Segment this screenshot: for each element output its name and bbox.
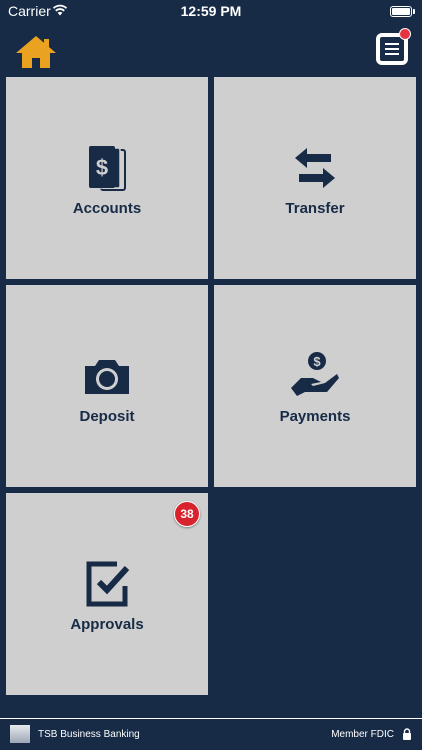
transfer-tile[interactable]: Transfer bbox=[214, 77, 416, 279]
status-bar: Carrier 12:59 PM bbox=[0, 0, 422, 24]
clock: 12:59 PM bbox=[180, 3, 242, 19]
transfer-arrows-icon bbox=[295, 147, 335, 188]
home-button[interactable] bbox=[14, 34, 58, 70]
member-fdic-label: Member FDIC bbox=[331, 729, 394, 740]
approvals-count-badge: 38 bbox=[174, 501, 200, 527]
payments-tile[interactable]: $ Payments bbox=[214, 285, 416, 487]
tile-label: Accounts bbox=[72, 199, 142, 217]
bank-logo bbox=[10, 725, 30, 743]
checkbox-icon bbox=[86, 561, 130, 606]
notification-dot bbox=[399, 28, 411, 40]
svg-text:$: $ bbox=[96, 155, 108, 180]
svg-text:$: $ bbox=[313, 354, 321, 369]
money-cards-icon: $ bbox=[89, 145, 126, 191]
camera-icon bbox=[85, 359, 129, 394]
tile-label: Deposit bbox=[79, 407, 135, 425]
hand-coin-icon: $ bbox=[291, 351, 339, 396]
tile-label: Transfer bbox=[285, 199, 345, 217]
app-name: TSB Business Banking bbox=[38, 729, 140, 740]
battery-icon bbox=[390, 6, 415, 17]
menu-button[interactable] bbox=[376, 28, 411, 65]
accounts-tile[interactable]: $ Accounts bbox=[6, 77, 208, 279]
footer: TSB Business Banking Member FDIC bbox=[0, 718, 422, 750]
home-icon bbox=[16, 36, 56, 68]
deposit-tile[interactable]: Deposit bbox=[6, 285, 208, 487]
tile-label: Approvals bbox=[70, 615, 144, 633]
tile-label: Payments bbox=[279, 407, 351, 425]
menu-icon bbox=[380, 37, 404, 61]
approvals-tile[interactable]: Approvals 38 bbox=[6, 493, 208, 695]
lock-icon bbox=[403, 728, 411, 740]
